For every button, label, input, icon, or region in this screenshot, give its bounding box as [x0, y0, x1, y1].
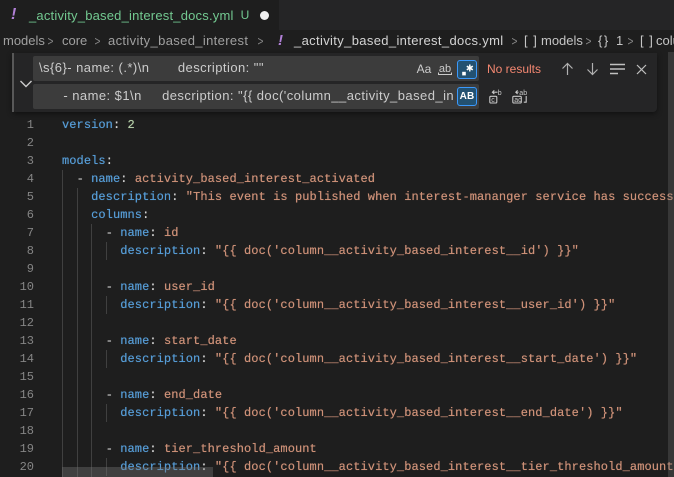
svg-text:ac: ac [514, 97, 522, 104]
svg-text:Aa: Aa [417, 62, 432, 76]
svg-text:ab: ab [439, 63, 451, 75]
svg-text:ab: ab [519, 90, 527, 97]
svg-text:b: b [498, 90, 502, 97]
svg-text:c: c [491, 97, 495, 104]
